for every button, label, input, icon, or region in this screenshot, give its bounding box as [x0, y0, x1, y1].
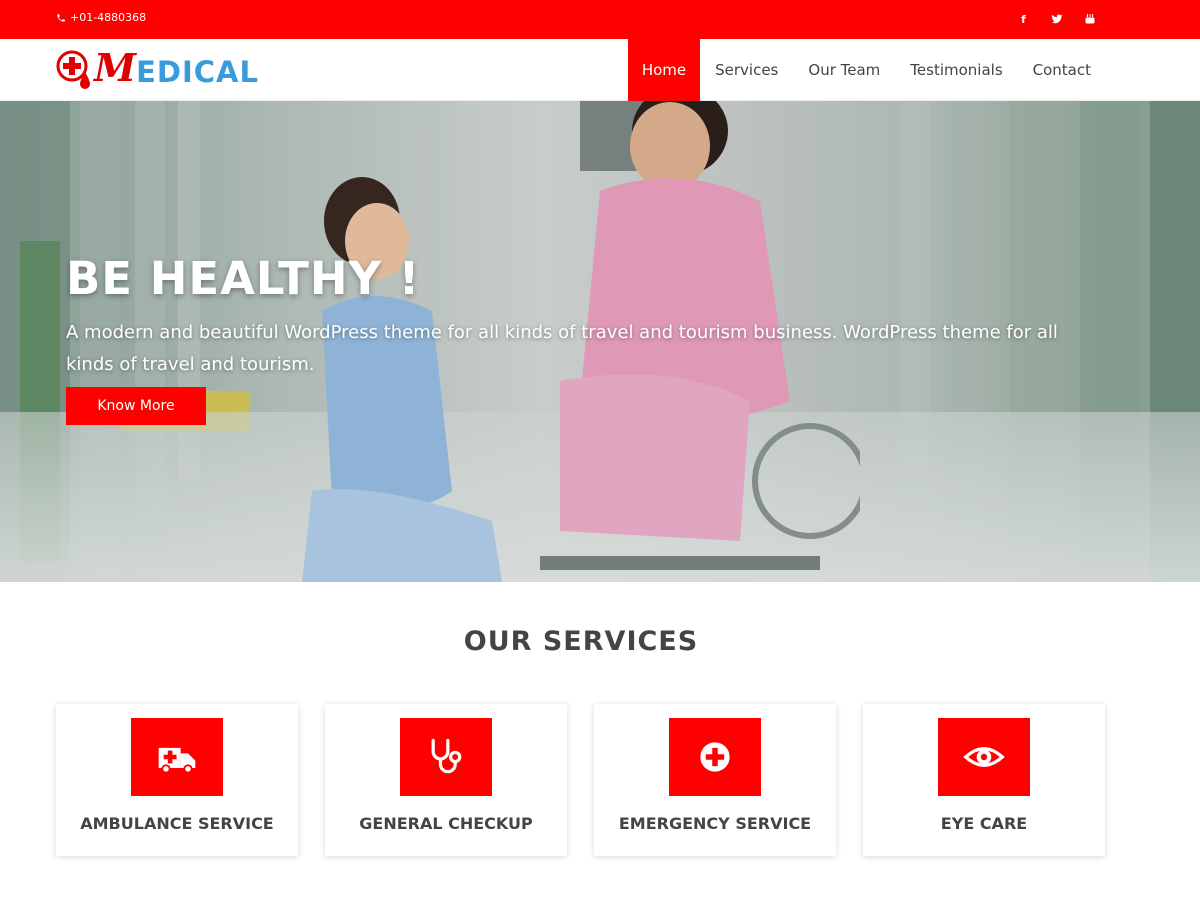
site-logo[interactable]: M EDICAL — [56, 43, 259, 93]
nav-services[interactable]: Services — [700, 39, 793, 101]
phone-contact[interactable]: +01-4880368 — [56, 11, 146, 24]
hero-title: BE HEALTHY ! — [66, 252, 421, 305]
hero-subtitle: A modern and beautiful WordPress theme f… — [66, 322, 1058, 375]
service-card-eye-care[interactable]: EYE CARE — [863, 704, 1105, 856]
stethoscope-icon — [431, 738, 462, 774]
service-icon-box — [669, 718, 761, 796]
service-label: EMERGENCY SERVICE — [618, 814, 812, 833]
know-more-button[interactable]: Know More — [66, 387, 206, 425]
service-card-ambulance[interactable]: AMBULANCE SERVICE — [56, 704, 298, 856]
facebook-icon[interactable]: f — [1017, 12, 1030, 26]
site-header: M EDICAL Home Services Our Team Testimon… — [0, 39, 1200, 101]
twitter-icon[interactable] — [1050, 12, 1063, 26]
phone-icon — [57, 13, 65, 22]
service-label: GENERAL CHECKUP — [359, 814, 533, 833]
youtube-icon[interactable] — [1083, 12, 1096, 26]
services-heading: OUR SERVICES — [463, 626, 699, 657]
hero-banner: BE HEALTHY ! A modern and beautiful Word… — [0, 101, 1200, 582]
eye-icon — [963, 747, 1005, 767]
nav-testimonials[interactable]: Testimonials — [895, 39, 1017, 101]
top-bar: +01-4880368 f — [0, 0, 1200, 39]
service-card-emergency[interactable]: EMERGENCY SERVICE — [594, 704, 836, 856]
service-icon-box — [131, 718, 223, 796]
main-nav: Home Services Our Team Testimonials Cont… — [627, 39, 1106, 101]
logo-initial: M — [94, 45, 137, 90]
nav-our-team[interactable]: Our Team — [793, 39, 895, 101]
medical-cross-logo-icon — [56, 48, 92, 89]
service-label: EYE CARE — [940, 814, 1028, 833]
logo-text: EDICAL — [136, 55, 259, 89]
service-icon-box — [938, 718, 1030, 796]
ambulance-icon — [158, 747, 196, 774]
service-label: AMBULANCE SERVICE — [80, 814, 274, 833]
service-card-general-checkup[interactable]: GENERAL CHECKUP — [325, 704, 567, 856]
nav-home[interactable]: Home — [627, 39, 701, 101]
medical-cross-icon — [700, 742, 730, 772]
nav-contact[interactable]: Contact — [1018, 39, 1106, 101]
phone-number: +01-4880368 — [70, 11, 147, 24]
social-links: f — [1017, 12, 1096, 26]
service-icon-box — [400, 718, 492, 796]
